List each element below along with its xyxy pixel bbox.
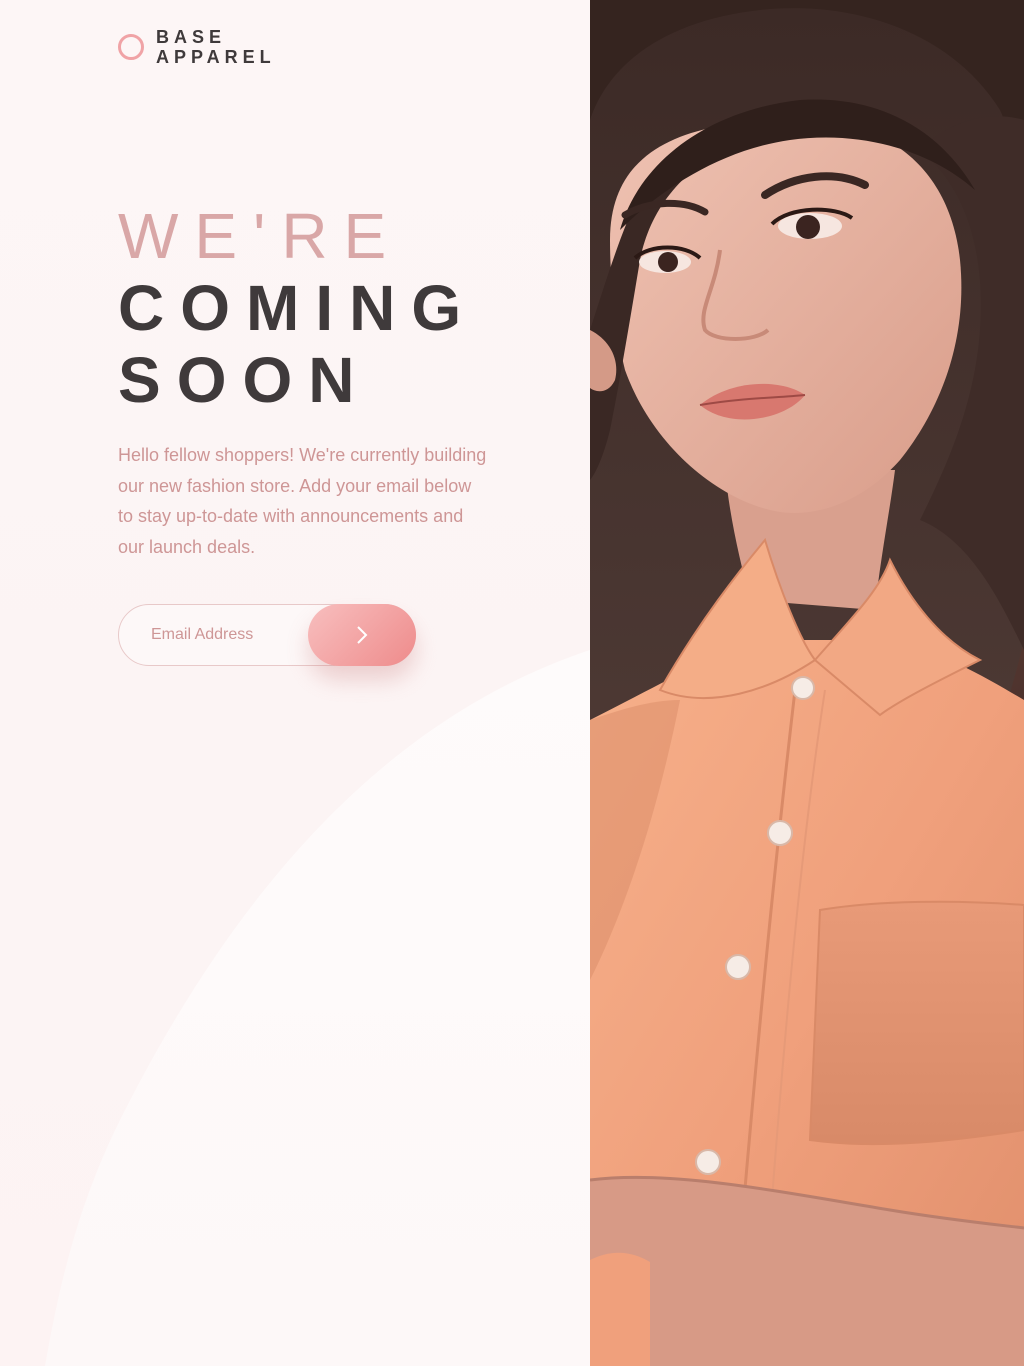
- brand-name-line2: APPAREL: [156, 47, 276, 67]
- submit-button[interactable]: [308, 604, 416, 666]
- headline-line1: WE'RE: [118, 200, 403, 272]
- chevron-right-icon: [357, 626, 368, 644]
- brand-name: BASE APPAREL: [156, 27, 276, 67]
- headline-line3: SOON: [118, 344, 371, 416]
- content-panel: BASE APPAREL WE'RE COMING SOON Hello fel…: [0, 0, 590, 1366]
- intro-text: Hello fellow shoppers! We're currently b…: [118, 445, 487, 557]
- logo-ring-icon: [118, 34, 144, 60]
- signup-form: [118, 604, 416, 666]
- hero-photo: [590, 0, 1024, 1366]
- headline-line2: COMING: [118, 272, 478, 344]
- hero-photo-illustration: [590, 0, 1024, 1366]
- brand-name-line1: BASE: [156, 27, 227, 47]
- brand-logo[interactable]: BASE APPAREL: [118, 27, 276, 67]
- page-headline: WE'RE COMING SOON: [118, 200, 477, 416]
